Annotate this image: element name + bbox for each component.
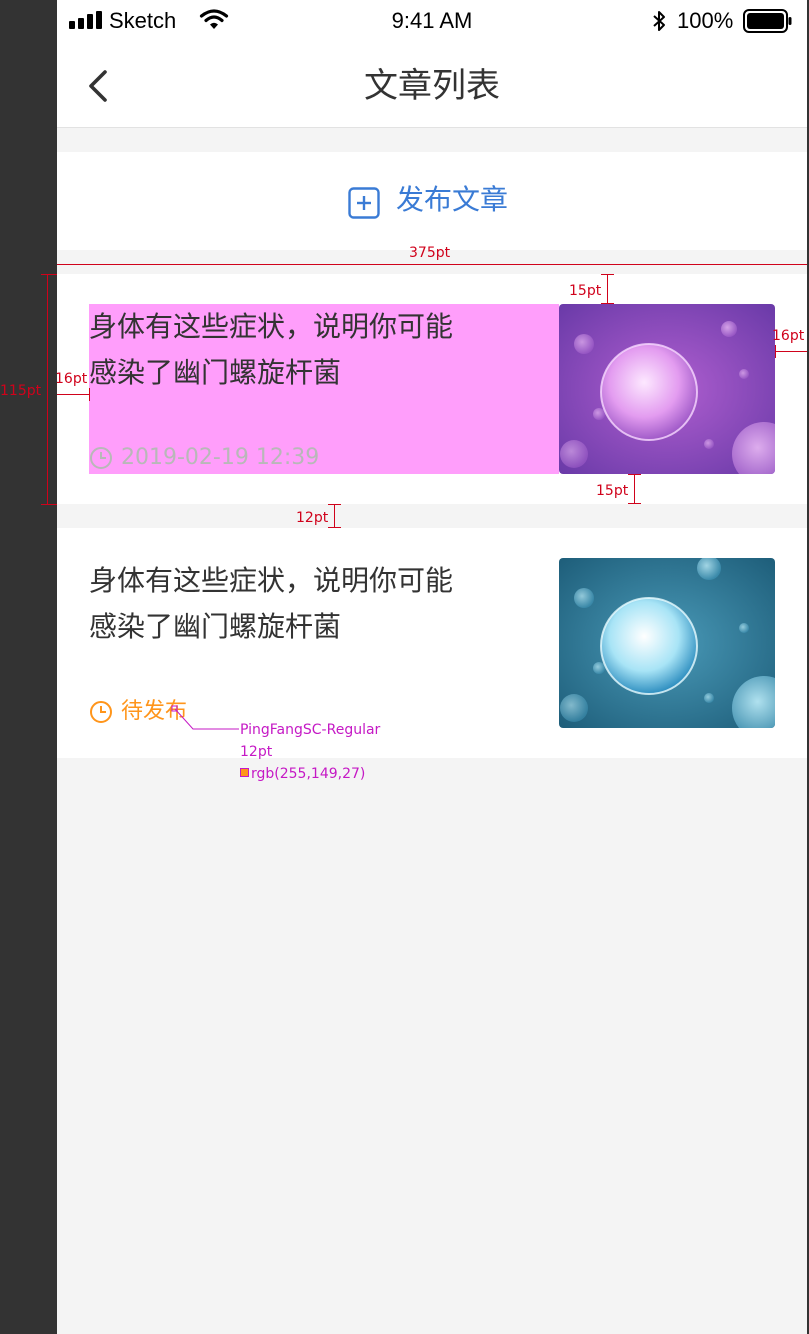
top-gap-measure-line [607, 274, 608, 304]
card-spacing-tick [328, 504, 341, 505]
phone-screen: Sketch 9:41 AM 100% 文章列表 发布文章 身体有这些症状，说明… [57, 0, 807, 1334]
font-size-label: 12pt [240, 744, 273, 760]
article-title-line: 感染了幽门螺旋杆菌 [89, 610, 342, 643]
card-spacing-label: 12pt [296, 510, 329, 526]
left-gap-label: 16pt [57, 371, 88, 387]
card-height-tick [41, 274, 57, 275]
bottom-gap-tick [628, 474, 641, 475]
article-title-line: 感染了幽门螺旋杆菌 [89, 356, 342, 389]
clock-icon [90, 447, 112, 469]
publish-date: 2019-02-19 12:39 [121, 445, 320, 470]
font-color-label: rgb(255,149,27) [251, 766, 366, 782]
status-bar: Sketch 9:41 AM 100% [57, 0, 807, 42]
battery-percent: 100% [677, 8, 734, 33]
font-name-label: PingFangSC-Regular [240, 722, 381, 738]
font-leader-line [171, 705, 239, 730]
bottom-gap-label: 15pt [596, 483, 629, 499]
nav-bar: 文章列表 [57, 42, 807, 128]
right-gap-measure-line [775, 351, 807, 352]
card-spacing-tick [328, 527, 341, 528]
card-height-measure-line [47, 274, 48, 504]
publish-article-button[interactable]: 发布文章 [57, 152, 807, 250]
publish-label: 发布文章 [396, 183, 509, 216]
card-height-tick [41, 504, 57, 505]
width-measure-line [57, 264, 807, 265]
page-title: 文章列表 [364, 66, 500, 106]
article-title: 身体有这些症状，说明你可能 感染了幽门螺旋杆菌 [89, 558, 529, 650]
blue-cell-image [559, 558, 775, 728]
card-height-label: 115pt [0, 383, 42, 399]
battery-icon [743, 9, 792, 33]
bluetooth-icon [653, 11, 665, 31]
right-gap-tick [775, 345, 776, 358]
card-spacing-measure-line [334, 504, 335, 528]
left-gap-tick [89, 388, 90, 401]
width-measure-label: 375pt [409, 245, 451, 261]
article-title-line: 身体有这些症状，说明你可能 [89, 564, 454, 597]
right-gap-label: 16pt [772, 328, 805, 344]
article-title-line: 身体有这些症状，说明你可能 [89, 310, 454, 343]
color-swatch [240, 768, 249, 777]
left-gap-measure-line [57, 394, 89, 395]
bottom-gap-measure-line [634, 474, 635, 504]
clock-icon [90, 701, 112, 723]
top-gap-tick [601, 274, 614, 275]
plus-square-icon [348, 187, 380, 219]
article-title: 身体有这些症状，说明你可能 感染了幽门螺旋杆菌 [89, 304, 529, 396]
bottom-gap-tick [628, 503, 641, 504]
purple-cell-image [559, 304, 775, 474]
article-card[interactable]: 身体有这些症状，说明你可能 感染了幽门螺旋杆菌 2019-02-19 12:39 [57, 274, 807, 504]
top-gap-label: 15pt [569, 283, 602, 299]
top-gap-tick [601, 303, 614, 304]
